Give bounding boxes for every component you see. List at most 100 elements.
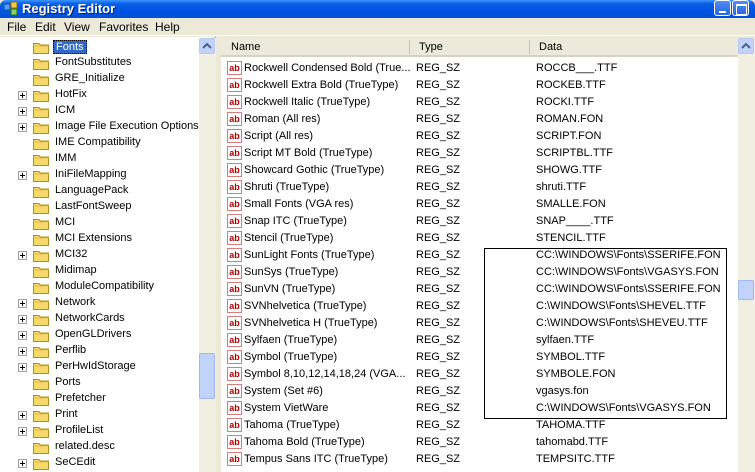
tree-item[interactable]: Perflib	[0, 343, 200, 359]
tree-item[interactable]: LanguagePack	[0, 183, 200, 199]
tree-item[interactable]: IMM	[0, 151, 200, 167]
expand-plus-icon[interactable]	[18, 123, 27, 132]
value-row[interactable]: ab Rockwell Extra Bold (TrueType) REG_SZ RO…	[221, 77, 755, 94]
folder-icon	[33, 459, 49, 470]
expand-plus-icon[interactable]	[18, 459, 27, 468]
tree-item[interactable]: GRE_Initialize	[0, 71, 200, 87]
expand-plus-icon[interactable]	[18, 299, 27, 308]
value-name: Tahoma (TrueType)	[244, 419, 340, 431]
maximize-button[interactable]	[732, 0, 749, 16]
tree-item[interactable]: ICM	[0, 103, 200, 119]
tree-item[interactable]: HotFix	[0, 87, 200, 103]
value-row[interactable]: ab Tahoma Bold (TrueType) REG_SZ tahomabd.T…	[221, 434, 755, 451]
value-name: SVNhelvetica H (TrueType)	[244, 317, 378, 329]
folder-icon	[33, 379, 49, 390]
tree-item[interactable]: Prefetcher	[0, 391, 200, 407]
tree-item[interactable]: LastFontSweep	[0, 199, 200, 215]
tree-item[interactable]: MCI32	[0, 247, 200, 263]
tree-item[interactable]: ProfileList	[0, 423, 200, 439]
value-name: Symbol 8,10,12,14,18,24 (VGA...	[244, 368, 406, 380]
tree-item[interactable]: IME Compatibility	[0, 135, 200, 151]
column-header-data[interactable]: Data	[539, 41, 562, 53]
list-scrollbar[interactable]	[738, 38, 755, 472]
folder-icon	[33, 59, 49, 70]
value-row[interactable]: ab Small Fonts (VGA res) REG_SZ SMALLE.FON	[221, 196, 755, 213]
expand-plus-icon[interactable]	[18, 411, 27, 420]
column-divider[interactable]	[409, 40, 410, 54]
tree-item[interactable]: Ports	[0, 375, 200, 391]
tree-scrollbar[interactable]	[199, 38, 216, 472]
tree-item[interactable]: Image File Execution Options	[0, 119, 200, 135]
value-row[interactable]: ab Shruti (TrueType) REG_SZ shruti.TTF	[221, 179, 755, 196]
expand-plus-icon[interactable]	[18, 427, 27, 436]
expand-plus-icon[interactable]	[18, 91, 27, 100]
tree-item[interactable]: SeCEdit	[0, 455, 200, 471]
menu-edit[interactable]: Edit	[35, 20, 56, 34]
value-type: REG_SZ	[416, 300, 461, 312]
value-row[interactable]: ab Script (All res) REG_SZ SCRIPT.FON	[221, 128, 755, 145]
value-row[interactable]: ab Tahoma (TrueType) REG_SZ TAHOMA.TTF	[221, 417, 755, 434]
column-divider[interactable]	[529, 40, 530, 54]
list-scroll-up-button[interactable]	[738, 38, 754, 54]
expand-plus-icon[interactable]	[18, 315, 27, 324]
value-row[interactable]: ab Stencil (TrueType) REG_SZ STENCIL.TTF	[221, 230, 755, 247]
tree-item-label: ICM	[55, 104, 76, 116]
expand-plus-icon[interactable]	[18, 171, 27, 180]
value-name: SVNhelvetica (TrueType)	[244, 300, 367, 312]
expand-plus-icon[interactable]	[18, 107, 27, 116]
tree-item-label: HotFix	[55, 88, 87, 100]
expand-plus-icon[interactable]	[18, 251, 27, 260]
tree-item[interactable]: IniFileMapping	[0, 167, 200, 183]
tree-item[interactable]: Midimap	[0, 263, 200, 279]
expand-plus-icon[interactable]	[18, 331, 27, 340]
column-header-type[interactable]: Type	[419, 41, 443, 53]
value-type: REG_SZ	[416, 130, 461, 142]
tree-item[interactable]: PerHwIdStorage	[0, 359, 200, 375]
folder-icon	[33, 91, 49, 102]
tree-item[interactable]: ModuleCompatibility	[0, 279, 200, 295]
registry-key-tree[interactable]: Fonts FontSubstitutes GRE_Initialize HotFix…	[0, 37, 216, 472]
menu-view[interactable]: View	[64, 20, 90, 34]
folder-icon	[33, 187, 49, 198]
tree-item[interactable]: MCI Extensions	[0, 231, 200, 247]
value-row[interactable]: ab Script MT Bold (TrueType) REG_SZ SCRIPTB…	[221, 145, 755, 162]
tree-scroll-thumb[interactable]	[199, 353, 215, 399]
tree-item[interactable]: Fonts	[0, 39, 200, 55]
minimize-button[interactable]	[714, 0, 731, 16]
tree-item-label: Image File Execution Options	[55, 120, 199, 132]
tree-item[interactable]: Network	[0, 295, 200, 311]
tree-item[interactable]: OpenGLDrivers	[0, 327, 200, 343]
list-scroll-thumb[interactable]	[738, 280, 754, 300]
tree-item[interactable]: related.desc	[0, 439, 200, 455]
column-header-name[interactable]: Name	[231, 41, 260, 53]
expand-plus-icon[interactable]	[18, 363, 27, 372]
tree-item[interactable]: MCI	[0, 215, 200, 231]
tree-scroll-up-button[interactable]	[199, 38, 215, 54]
registry-icon	[3, 1, 18, 16]
menu-file[interactable]: File	[7, 20, 26, 34]
title-bar[interactable]: Registry Editor	[0, 0, 755, 18]
menu-help[interactable]: Help	[155, 20, 180, 34]
string-value-icon: ab	[227, 401, 242, 415]
tree-item[interactable]: NetworkCards	[0, 311, 200, 327]
folder-icon	[33, 443, 49, 454]
tree-item[interactable]: Print	[0, 407, 200, 423]
value-name: Small Fonts (VGA res)	[244, 198, 354, 210]
value-name: Tempus Sans ITC (TrueType)	[244, 453, 388, 465]
value-row[interactable]: ab Roman (All res) REG_SZ ROMAN.FON	[221, 111, 755, 128]
value-row[interactable]: ab Showcard Gothic (TrueType) REG_SZ SHOWG.…	[221, 162, 755, 179]
value-row[interactable]: ab Snap ITC (TrueType) REG_SZ SNAP____.TTF	[221, 213, 755, 230]
folder-icon	[33, 75, 49, 86]
string-value-icon: ab	[227, 112, 242, 126]
expand-plus-icon[interactable]	[18, 347, 27, 356]
value-data: SCRIPT.FON	[536, 130, 602, 142]
menu-favorites[interactable]: Favorites	[99, 20, 148, 34]
string-value-icon: ab	[227, 265, 242, 279]
value-type: REG_SZ	[416, 368, 461, 380]
value-row[interactable]: ab Tempus Sans ITC (TrueType) REG_SZ TEMPSI…	[221, 451, 755, 468]
value-row[interactable]: ab Rockwell Condensed Bold (True... REG_SZ…	[221, 60, 755, 77]
value-row[interactable]: ab Rockwell Italic (TrueType) REG_SZ ROCKI.…	[221, 94, 755, 111]
value-type: REG_SZ	[416, 436, 461, 448]
value-name: Rockwell Extra Bold (TrueType)	[244, 79, 399, 91]
tree-item[interactable]: FontSubstitutes	[0, 55, 200, 71]
